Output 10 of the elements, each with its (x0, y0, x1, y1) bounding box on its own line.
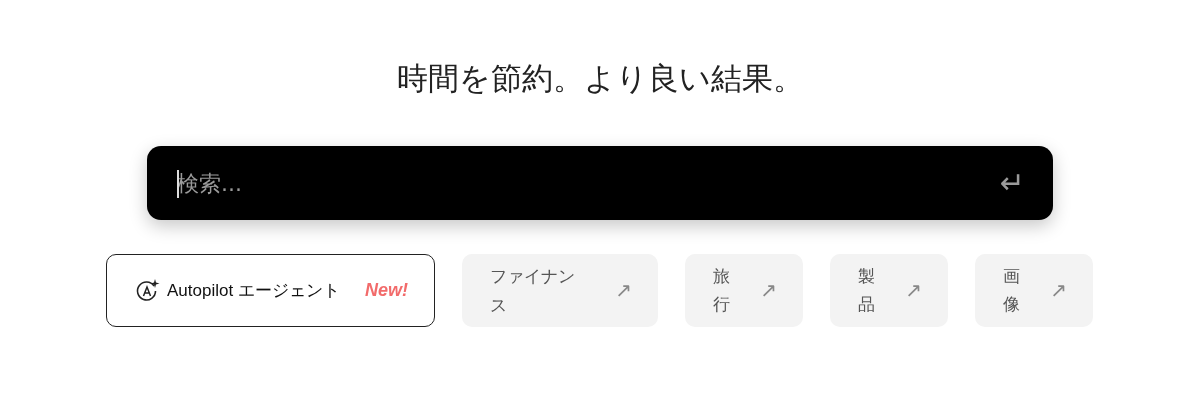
topic-chip[interactable]: 製品 ↗ (830, 254, 948, 327)
search-field[interactable]: 検索... ↵ (147, 146, 1053, 220)
agent-chip[interactable]: Autopilot エージェント New! (106, 254, 435, 327)
new-label: New! (365, 279, 408, 302)
topic-chip[interactable]: 旅行 ↗ (685, 254, 803, 327)
enter-key[interactable]: ↵ (999, 168, 1025, 198)
text-cursor (177, 170, 179, 198)
topic-chip[interactable]: ファイナンス ↗ (462, 254, 658, 327)
topic-chip[interactable]: 画像 ↗ (975, 254, 1093, 327)
page-heading: 時間を節約。より良い結果。 (396, 59, 804, 98)
